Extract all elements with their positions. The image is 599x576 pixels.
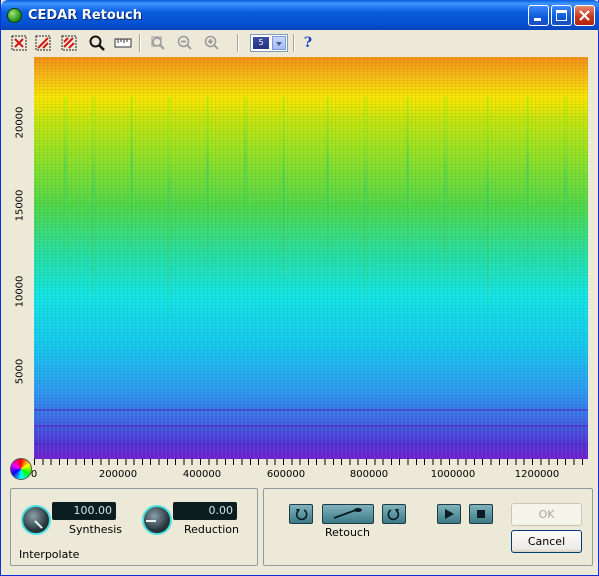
minimize-icon — [534, 18, 541, 21]
x-tick-label: 1200000 — [514, 469, 560, 480]
interpolate-panel: 100.00 Synthesis 0.00 Reduction Interpol… — [10, 488, 258, 566]
select-harmonic-tool[interactable] — [59, 33, 79, 53]
spectrogram-display[interactable] — [34, 57, 588, 459]
x-tick-label: 800000 — [349, 469, 389, 480]
y-tick-label: 20000 — [14, 106, 26, 139]
zoom-in-icon — [204, 35, 219, 50]
undo-icon — [295, 509, 308, 521]
combo-value: 5 — [253, 37, 269, 49]
redo-button[interactable] — [382, 504, 406, 524]
minimize-button[interactable] — [528, 5, 549, 26]
zoom-tool[interactable] — [87, 33, 107, 53]
play-button[interactable] — [437, 504, 461, 524]
spectrogram-panel: 5000 10000 15000 20000 0 200000 400000 6… — [6, 55, 593, 482]
synthesis-label: Synthesis — [69, 523, 123, 536]
knob-pointer — [146, 520, 156, 522]
x-tick-label: 0 — [30, 469, 38, 480]
toolbar-separator — [139, 34, 141, 52]
retouch-label: Retouch — [325, 526, 370, 539]
y-axis: 5000 10000 15000 20000 — [6, 55, 33, 460]
play-icon — [445, 509, 454, 519]
maximize-button[interactable] — [551, 5, 572, 26]
x-tick-label: 600000 — [266, 469, 306, 480]
stop-icon — [477, 510, 485, 518]
stop-button[interactable] — [469, 504, 493, 524]
toolbar: 5 ? — [5, 32, 595, 54]
toolbar-separator — [293, 34, 295, 52]
retouch-panel: Retouch OK Cancel — [263, 488, 593, 566]
select-freehand-tool[interactable] — [33, 33, 53, 53]
spectral-texture — [34, 57, 588, 459]
x-axis: 0 200000 400000 600000 800000 1000000 12… — [30, 459, 588, 481]
chevron-down-icon[interactable] — [272, 36, 286, 50]
reduction-knob[interactable] — [142, 505, 172, 535]
color-wheel-icon[interactable] — [10, 458, 32, 480]
interpolate-mode-label: Interpolate — [19, 548, 80, 561]
select-region-icon — [11, 35, 27, 51]
synthesis-knob[interactable] — [21, 505, 51, 535]
knob-pointer — [34, 520, 43, 529]
x-tick-label: 400000 — [182, 469, 222, 480]
y-tick-label: 15000 — [14, 189, 26, 222]
zoom-fit-tool[interactable] — [148, 33, 168, 53]
maximize-icon — [556, 10, 567, 21]
select-harmonic-icon — [61, 35, 77, 51]
retouch-window: CEDAR Retouch 5 ? 5000 10000 15000 20000… — [0, 0, 599, 576]
zoom-in-tool[interactable] — [202, 33, 222, 53]
display-mode-select[interactable]: 5 — [250, 34, 288, 52]
cancel-button[interactable]: Cancel — [511, 530, 582, 553]
zoom-fit-icon — [151, 36, 165, 50]
toolbar-separator — [237, 34, 239, 52]
select-freehand-icon — [35, 35, 51, 51]
x-tick-label: 1000000 — [430, 469, 476, 480]
select-region-tool[interactable] — [9, 33, 29, 53]
title-bar[interactable]: CEDAR Retouch — [1, 0, 599, 30]
window-title: CEDAR Retouch — [28, 8, 142, 23]
zoom-out-tool[interactable] — [175, 33, 195, 53]
ok-button[interactable]: OK — [511, 503, 582, 526]
close-button[interactable] — [574, 5, 595, 26]
zoom-icon — [89, 35, 105, 51]
close-icon — [579, 10, 590, 21]
help-button[interactable]: ? — [298, 33, 318, 53]
y-tick-label: 10000 — [14, 275, 26, 308]
cedar-app-icon — [7, 8, 22, 23]
reduction-value-display: 0.00 — [173, 502, 237, 520]
brush-icon — [333, 508, 362, 519]
x-axis-ticks — [34, 459, 588, 465]
zoom-out-icon — [177, 35, 192, 50]
retouch-button[interactable] — [322, 504, 374, 524]
ruler-tool[interactable] — [113, 33, 133, 53]
synthesis-value-display: 100.00 — [52, 502, 116, 520]
view-ruler-icon — [114, 38, 132, 48]
reduction-label: Reduction — [184, 523, 239, 536]
undo-button[interactable] — [289, 504, 313, 524]
x-tick-label: 200000 — [98, 469, 138, 480]
help-icon: ? — [303, 35, 313, 51]
redo-icon — [387, 509, 400, 521]
y-tick-label: 5000 — [14, 358, 26, 385]
